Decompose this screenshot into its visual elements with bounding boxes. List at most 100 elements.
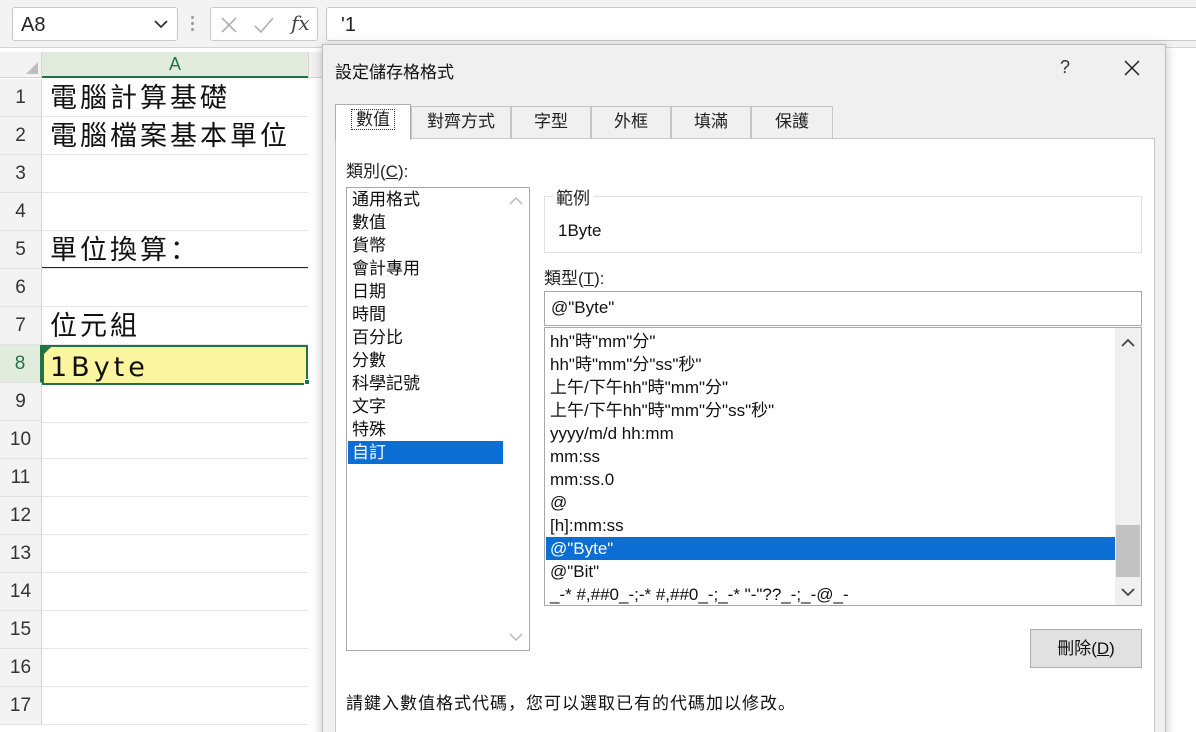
row-header[interactable]: 4 [0,193,42,231]
formula-value[interactable]: '1 [341,14,356,37]
cell-a15[interactable] [42,611,308,649]
cell-text: 電腦計算基礎 [50,83,230,114]
list-item[interactable]: mm:ss.0 [546,468,1116,491]
list-item[interactable]: _-* #,##0_-;-* #,##0_-;_-* "-"??_-;_-@_- [546,583,1116,605]
row-header[interactable]: 6 [0,269,42,307]
list-item[interactable]: @ [546,491,1116,514]
delete-button[interactable]: 刪除(D) [1030,629,1142,668]
chevron-down-icon[interactable] [1121,587,1135,597]
cell-a4[interactable] [42,193,308,231]
row-header[interactable]: 14 [0,573,42,611]
cell-a12[interactable] [42,497,308,535]
list-item[interactable]: hh"時"mm"分" [546,330,1116,353]
name-box-value[interactable]: A8 [21,14,45,37]
list-item[interactable]: 時間 [348,303,503,326]
category-scrollbar[interactable] [503,188,529,650]
column-header-b[interactable] [308,52,322,78]
tab-protection[interactable]: 保護 [751,106,833,138]
type-input-value[interactable]: @"Byte" [551,298,614,318]
list-item-selected[interactable]: 自訂 [348,441,503,464]
cell-a9[interactable] [42,385,308,423]
formula-buttons: fx [210,7,318,41]
cell-a10[interactable] [42,421,308,459]
list-item[interactable]: mm:ss [546,445,1116,468]
cell-a7[interactable]: 位元組 [42,307,308,345]
list-item[interactable]: 數值 [348,211,503,234]
cell-a2[interactable]: 電腦檔案基本單位 [42,117,308,155]
dialog-title: 設定儲存格格式 [335,63,454,82]
tab-fill[interactable]: 填滿 [671,106,751,138]
help-button[interactable]: ? [1055,57,1075,78]
row-header[interactable]: 17 [0,687,42,725]
list-item[interactable]: 分數 [348,349,503,372]
cell-a16[interactable] [42,649,308,687]
row-header[interactable]: 16 [0,649,42,687]
list-item[interactable]: yyyy/m/d hh:mm [546,422,1116,445]
tab-number[interactable]: 數值 [335,104,411,140]
x-icon[interactable] [219,15,239,35]
tab-font[interactable]: 字型 [511,106,591,138]
type-list[interactable]: hh"時"mm"分" hh"時"mm"分"ss"秒" 上午/下午hh"時"mm"… [544,327,1142,606]
cell-a5[interactable]: 單位換算： [42,231,308,269]
type-scrollbar[interactable] [1115,328,1141,605]
cell-text: 電腦檔案基本單位 [50,121,290,152]
tab-border[interactable]: 外框 [591,106,671,138]
list-item[interactable]: 通用格式 [348,188,503,211]
name-box[interactable]: A8 [12,7,178,41]
list-item[interactable]: 百分比 [348,326,503,349]
row-header[interactable]: 9 [0,383,42,421]
row-header[interactable]: 10 [0,421,42,459]
list-item[interactable]: 上午/下午hh"時"mm"分" [546,376,1116,399]
close-icon[interactable] [1121,57,1143,79]
category-list[interactable]: 通用格式 數值 貨幣 會計專用 日期 時間 百分比 分數 科學記號 文字 特殊 … [346,187,530,651]
cell-text: 單位換算： [50,235,200,266]
cell-a11[interactable] [42,459,308,497]
number-tab-panel: 類別(C): 通用格式 數值 貨幣 會計專用 日期 時間 百分比 分數 科學記號… [335,138,1155,732]
list-item[interactable]: [h]:mm:ss [546,514,1116,537]
list-item[interactable]: hh"時"mm"分"ss"秒" [546,353,1116,376]
cell-a3[interactable] [42,155,308,193]
row-header[interactable]: 15 [0,611,42,649]
resize-grip-icon[interactable] [190,14,196,34]
cell-a14[interactable] [42,573,308,611]
chevron-down-icon[interactable] [153,17,169,31]
formula-bar: A8 fx '1 [0,0,1196,48]
row-header[interactable]: 1 [0,79,42,117]
cell-a1[interactable]: 電腦計算基礎 [42,79,308,117]
list-item[interactable]: 特殊 [348,418,503,441]
list-item[interactable]: 科學記號 [348,372,503,395]
row-header[interactable]: 12 [0,497,42,535]
cell-a8-active[interactable]: 1Byte [42,345,308,385]
list-item[interactable]: @"Bit" [546,560,1116,583]
row-header[interactable]: 7 [0,307,42,345]
formula-input[interactable]: '1 [326,7,1196,41]
scrollbar-thumb[interactable] [1116,525,1140,577]
column-header-a[interactable]: A [42,52,308,78]
row-header-active[interactable]: 8 [0,345,42,383]
row-header[interactable]: 5 [0,231,42,269]
hint-text: 請鍵入數值格式代碼，您可以選取已有的代碼加以修改。 [346,694,796,713]
check-icon[interactable] [253,15,275,35]
list-item[interactable]: 會計專用 [348,257,503,280]
tab-alignment[interactable]: 對齊方式 [411,106,511,138]
chevron-up-icon[interactable] [509,196,523,206]
cell-text: 1Byte [50,352,149,383]
select-all-button[interactable] [0,52,42,78]
sample-group [544,196,1142,253]
type-input[interactable]: @"Byte" [544,291,1142,326]
row-header[interactable]: 3 [0,155,42,193]
list-item[interactable]: 日期 [348,280,503,303]
cell-a17[interactable] [42,687,308,725]
list-item[interactable]: 貨幣 [348,234,503,257]
list-item[interactable]: 上午/下午hh"時"mm"分"ss"秒" [546,399,1116,422]
row-header[interactable]: 11 [0,459,42,497]
chevron-down-icon[interactable] [509,632,523,642]
list-item-selected[interactable]: @"Byte" [546,537,1116,560]
list-item[interactable]: 文字 [348,395,503,418]
cell-a13[interactable] [42,535,308,573]
insert-function-button[interactable]: fx [291,11,310,35]
row-header[interactable]: 13 [0,535,42,573]
chevron-up-icon[interactable] [1121,338,1135,348]
cell-a6[interactable] [42,269,308,307]
row-header[interactable]: 2 [0,117,42,155]
